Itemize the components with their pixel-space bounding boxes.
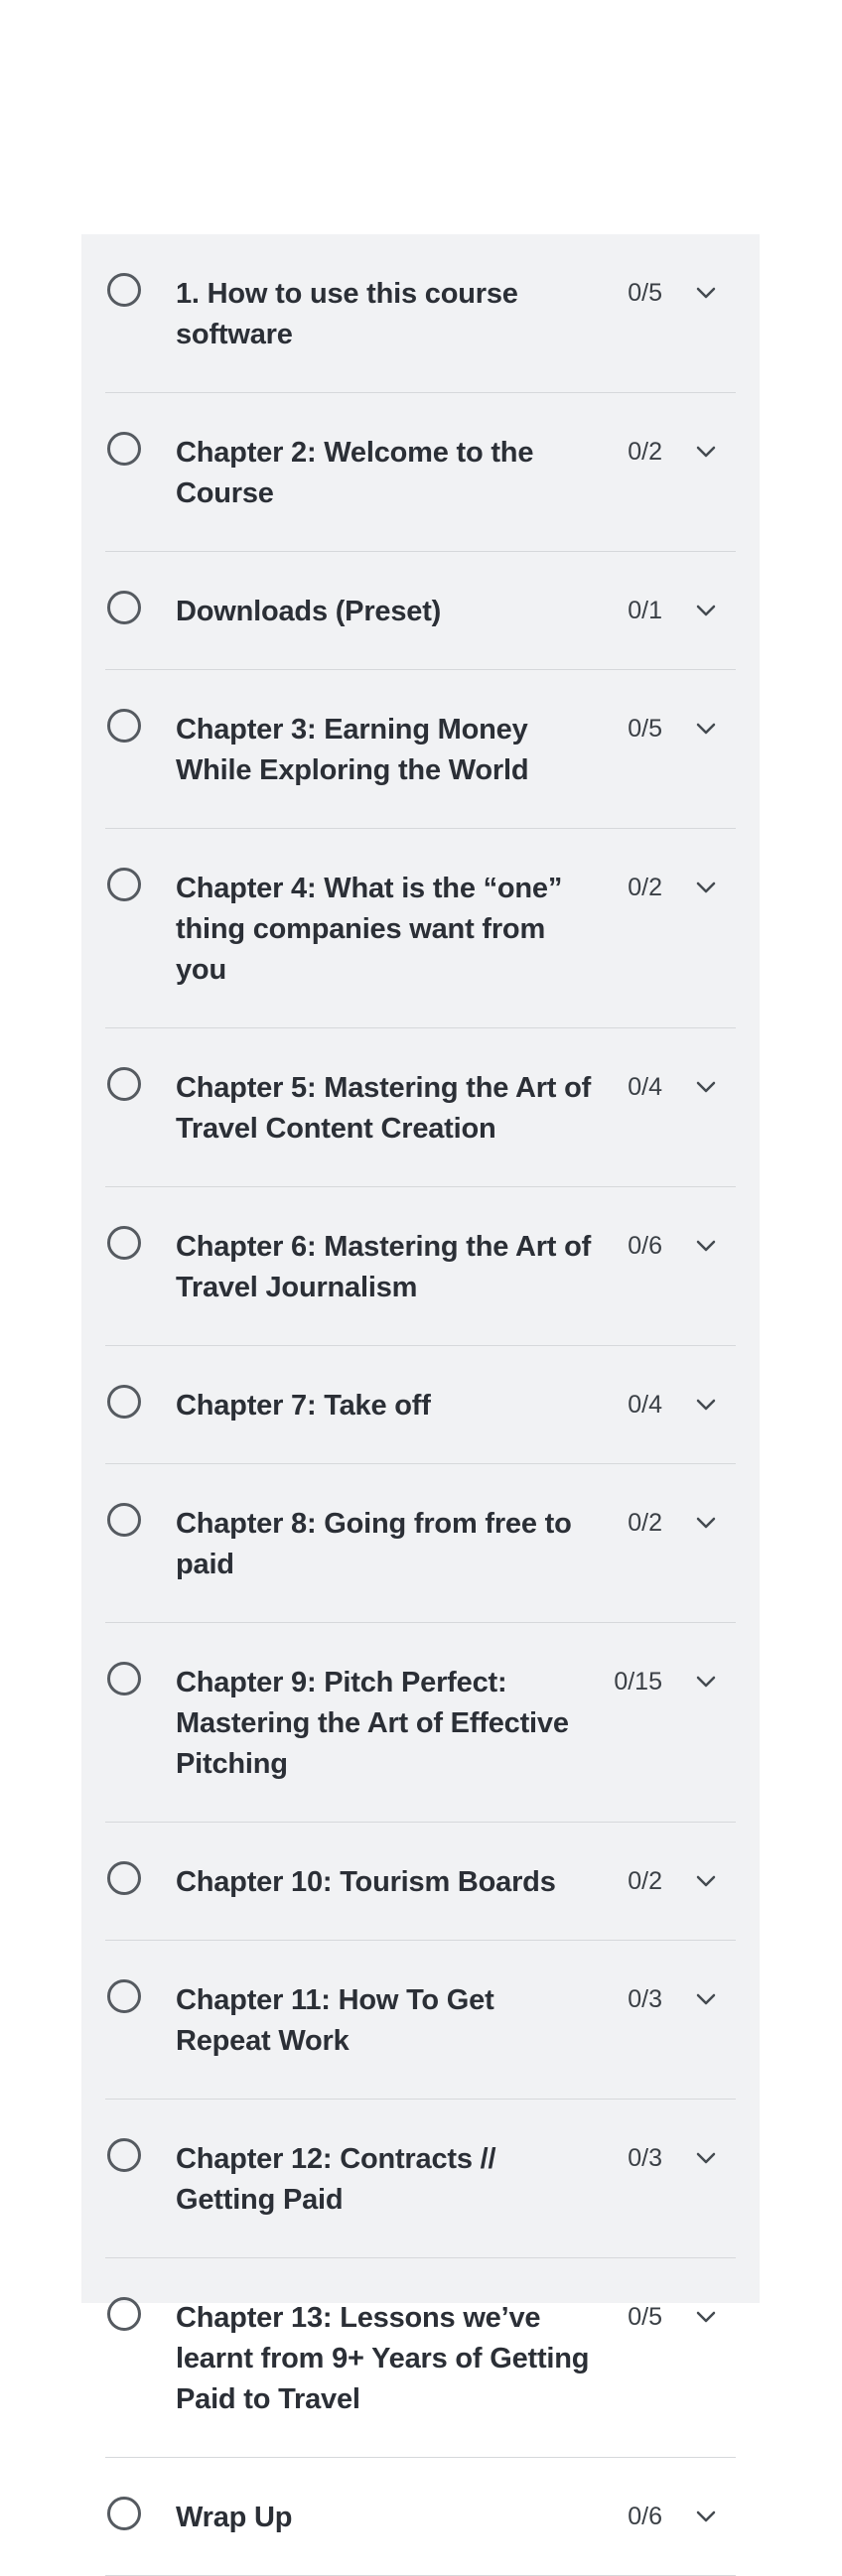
chevron-down-icon[interactable] <box>692 871 720 904</box>
chapter-title: Chapter 10: Tourism Boards <box>176 1866 556 1898</box>
chevron-down-icon[interactable] <box>692 712 720 746</box>
chapter-title: Chapter 9: Pitch Perfect: Mastering the … <box>176 1667 569 1780</box>
chapter-progress: 0/2 <box>628 438 662 466</box>
chapter-progress: 0/2 <box>628 1509 662 1537</box>
chapter-item-14[interactable]: Chapter 13: Lessons we’ve learnt from 9+… <box>105 2258 736 2458</box>
chapter-progress: 0/6 <box>628 1232 662 1260</box>
empty-circle-icon[interactable] <box>107 2138 141 2172</box>
chapter-item-1[interactable]: 1. How to use this course software 0/5 <box>105 234 736 393</box>
empty-circle-icon[interactable] <box>107 868 141 901</box>
chapter-item-11[interactable]: Chapter 10: Tourism Boards 0/2 <box>105 1823 736 1941</box>
chapter-title: Chapter 4: What is the “one” thing compa… <box>176 873 563 986</box>
chevron-down-icon[interactable] <box>692 2300 720 2334</box>
chevron-down-icon[interactable] <box>692 2500 720 2533</box>
empty-circle-icon[interactable] <box>107 709 141 743</box>
chapter-item-5[interactable]: Chapter 4: What is the “one” thing compa… <box>105 829 736 1028</box>
chapter-title: Chapter 13: Lessons we’ve learnt from 9+… <box>176 2302 590 2415</box>
empty-circle-icon[interactable] <box>107 1861 141 1895</box>
chapter-progress: 0/5 <box>628 715 662 743</box>
chapter-item-4[interactable]: Chapter 3: Earning Money While Exploring… <box>105 670 736 829</box>
chevron-down-icon[interactable] <box>692 1070 720 1104</box>
empty-circle-icon[interactable] <box>107 1385 141 1419</box>
empty-circle-icon[interactable] <box>107 432 141 466</box>
chapter-item-10[interactable]: Chapter 9: Pitch Perfect: Mastering the … <box>105 1623 736 1823</box>
chapter-list: 1. How to use this course software 0/5 C… <box>81 234 760 2576</box>
chapter-item-2[interactable]: Chapter 2: Welcome to the Course 0/2 <box>105 393 736 552</box>
empty-circle-icon[interactable] <box>107 1979 141 2013</box>
chevron-down-icon[interactable] <box>692 1388 720 1422</box>
chapter-progress: 0/4 <box>628 1391 662 1419</box>
chapter-title: Chapter 7: Take off <box>176 1390 431 1422</box>
chevron-down-icon[interactable] <box>692 1982 720 2016</box>
chapter-title: Downloads (Preset) <box>176 596 442 627</box>
chapter-progress: 0/4 <box>628 1073 662 1101</box>
chapter-progress: 0/6 <box>628 2503 662 2530</box>
chapter-item-9[interactable]: Chapter 8: Going from free to paid 0/2 <box>105 1464 736 1623</box>
empty-circle-icon[interactable] <box>107 1662 141 1695</box>
chapter-item-15[interactable]: Wrap Up 0/6 <box>105 2458 736 2576</box>
chapter-title: Chapter 12: Contracts // Getting Paid <box>176 2143 496 2216</box>
chevron-down-icon[interactable] <box>692 594 720 627</box>
chapter-item-7[interactable]: Chapter 6: Mastering the Art of Travel J… <box>105 1187 736 1346</box>
chapter-item-8[interactable]: Chapter 7: Take off 0/4 <box>105 1346 736 1464</box>
empty-circle-icon[interactable] <box>107 591 141 624</box>
chevron-down-icon[interactable] <box>692 2141 720 2175</box>
chapter-item-12[interactable]: Chapter 11: How To Get Repeat Work 0/3 <box>105 1941 736 2100</box>
chevron-down-icon[interactable] <box>692 1665 720 1698</box>
empty-circle-icon[interactable] <box>107 273 141 307</box>
chapter-title: Chapter 2: Welcome to the Course <box>176 437 534 509</box>
empty-circle-icon[interactable] <box>107 1067 141 1101</box>
chapter-title: Chapter 6: Mastering the Art of Travel J… <box>176 1231 592 1303</box>
chapter-title: Wrap Up <box>176 2502 293 2533</box>
empty-circle-icon[interactable] <box>107 2297 141 2331</box>
chevron-down-icon[interactable] <box>692 435 720 469</box>
chapter-progress: 0/3 <box>628 1985 662 2013</box>
chapter-progress: 0/3 <box>628 2144 662 2172</box>
chevron-down-icon[interactable] <box>692 276 720 310</box>
chapter-title: Chapter 11: How To Get Repeat Work <box>176 1984 494 2057</box>
chapter-title: Chapter 8: Going from free to paid <box>176 1508 572 1580</box>
chapter-progress: 0/15 <box>614 1668 662 1695</box>
chevron-down-icon[interactable] <box>692 1229 720 1263</box>
chapter-progress: 0/2 <box>628 874 662 901</box>
chapter-title: 1. How to use this course software <box>176 278 518 350</box>
chevron-down-icon[interactable] <box>692 1864 720 1898</box>
chapter-progress: 0/1 <box>628 597 662 624</box>
chapter-title: Chapter 5: Mastering the Art of Travel C… <box>176 1072 592 1145</box>
chapter-progress: 0/2 <box>628 1867 662 1895</box>
chapter-progress: 0/5 <box>628 279 662 307</box>
chapter-item-6[interactable]: Chapter 5: Mastering the Art of Travel C… <box>105 1028 736 1187</box>
empty-circle-icon[interactable] <box>107 1503 141 1537</box>
chapter-item-3[interactable]: Downloads (Preset) 0/1 <box>105 552 736 670</box>
chapter-title: Chapter 3: Earning Money While Exploring… <box>176 714 529 786</box>
chapter-progress: 0/5 <box>628 2303 662 2331</box>
course-curriculum-panel: 1. How to use this course software 0/5 C… <box>81 234 760 2576</box>
chevron-down-icon[interactable] <box>692 1506 720 1540</box>
empty-circle-icon[interactable] <box>107 1226 141 1260</box>
chapter-item-13[interactable]: Chapter 12: Contracts // Getting Paid 0/… <box>105 2100 736 2258</box>
empty-circle-icon[interactable] <box>107 2497 141 2530</box>
